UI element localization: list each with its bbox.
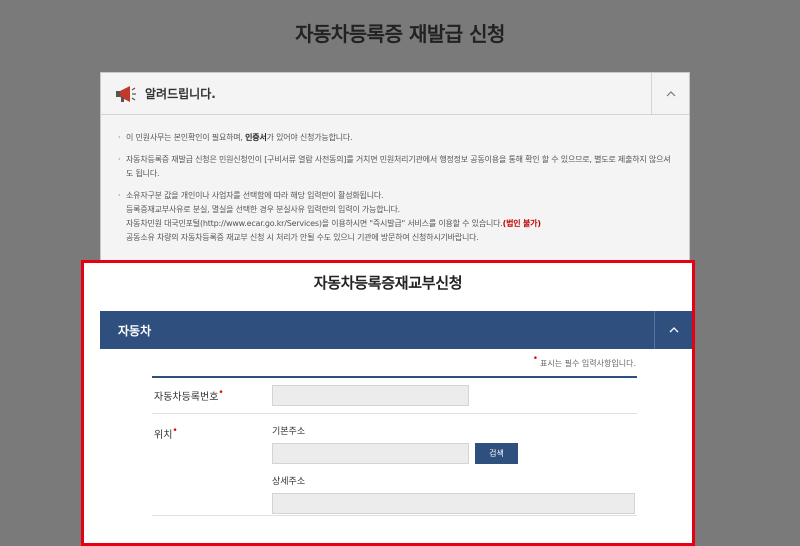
form-row-location: 위치• 기본주소 검색 상세주소 bbox=[152, 414, 637, 516]
section-header-vehicle[interactable]: 자동차 bbox=[100, 311, 692, 349]
modal-title: 자동차등록증재교부신청 bbox=[313, 274, 463, 292]
location-label: 위치• bbox=[154, 426, 178, 441]
detail-address-input[interactable] bbox=[272, 493, 635, 514]
search-button[interactable]: 검색 bbox=[475, 443, 518, 464]
reg-no-label: 자동차등록번호• bbox=[154, 388, 224, 403]
section-label: 자동차 bbox=[118, 323, 152, 338]
chevron-up-icon bbox=[669, 327, 678, 333]
chevron-up-icon bbox=[666, 91, 675, 97]
notice-header: 알려드립니다. bbox=[101, 73, 689, 115]
notice-collapse-button[interactable] bbox=[651, 73, 689, 115]
notice-body: 이 민원사무는 본인확인이 필요하며, 인증서가 있어야 신청가능합니다. 자동… bbox=[101, 115, 689, 245]
application-form-modal: 자동차등록증재교부신청 자동차 • 표시는 필수 입력사항입니다. 자동차등록번호… bbox=[81, 260, 695, 546]
page-title: 자동차등록증 재발급 신청 bbox=[295, 22, 505, 46]
reg-no-input[interactable] bbox=[272, 385, 469, 406]
required-mark: • bbox=[172, 426, 178, 436]
notice-panel: 알려드립니다. 이 민원사무는 본인확인이 필요하며, 인증서가 있어야 신청가… bbox=[100, 72, 690, 262]
notice-item: 이 민원사무는 본인확인이 필요하며, 인증서가 있어야 신청가능합니다. bbox=[117, 131, 671, 145]
notice-item: 소유자구분 값을 개인이나 사업자를 선택함에 따라 해당 입력란이 활성화됩니… bbox=[117, 189, 671, 245]
notice-item: 자동차등록증 재발급 신청은 민원신청인이 [구비서류 열람 사전동의]를 거치… bbox=[117, 153, 671, 181]
notice-title: 알려드립니다. bbox=[145, 87, 216, 101]
required-note: • 표시는 필수 입력사항입니다. bbox=[532, 354, 636, 368]
base-address-label: 기본주소 bbox=[272, 427, 306, 437]
megaphone-icon bbox=[116, 85, 136, 102]
vehicle-form: 자동차등록번호• 위치• 기본주소 검색 상세주소 bbox=[152, 376, 637, 516]
detail-address-label: 상세주소 bbox=[272, 477, 306, 487]
section-collapse-button[interactable] bbox=[654, 311, 692, 349]
required-mark: • bbox=[218, 388, 224, 398]
required-mark: • bbox=[532, 354, 539, 364]
base-address-input[interactable] bbox=[272, 443, 469, 464]
form-row-reg-no: 자동차등록번호• bbox=[152, 378, 637, 414]
